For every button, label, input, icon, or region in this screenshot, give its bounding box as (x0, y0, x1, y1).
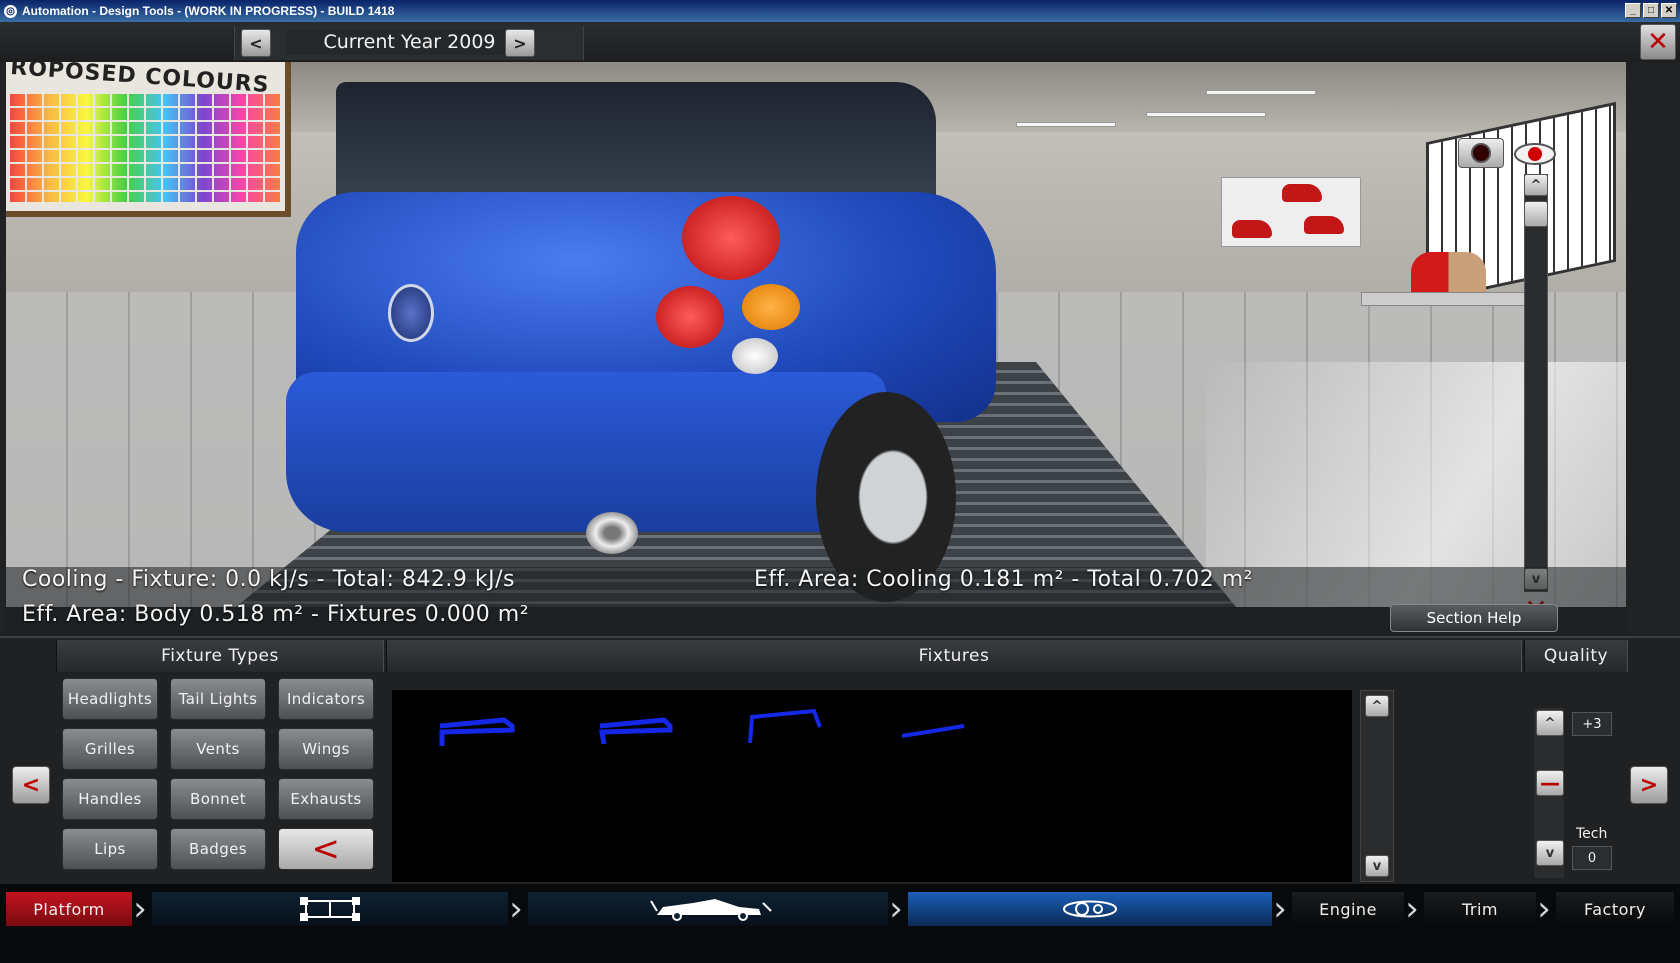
window-close-button[interactable]: ✕ (1661, 3, 1677, 18)
tech-value: 0 (1572, 846, 1612, 870)
view-eye-icon[interactable] (1512, 140, 1558, 168)
tech-label: Tech (1576, 826, 1608, 842)
current-year-label: Current Year 2009 (287, 29, 532, 55)
indicator-light (742, 284, 800, 330)
panel-prev-arrow[interactable]: < (12, 766, 50, 804)
colour-board: ROPOSED COLOURS (6, 62, 291, 217)
eff-area-body-stats: Eff. Area: Body 0.518 m² - Fixtures 0.00… (22, 602, 530, 627)
window-controls: _ □ ✕ (1625, 3, 1677, 18)
fixture-type-lips[interactable]: Lips (62, 828, 158, 870)
ceiling-lamp (1146, 112, 1266, 117)
ceiling-lamp (1016, 122, 1116, 127)
fixture-list (392, 690, 1352, 882)
studio-desk (1361, 292, 1541, 306)
car-bumper (286, 372, 886, 532)
nav-chevron-icon: › (1273, 889, 1287, 929)
screenshot-camera-icon[interactable] (1458, 138, 1504, 168)
fixture-item[interactable] (422, 698, 532, 758)
panel-next-arrow[interactable]: > (1630, 766, 1668, 804)
fixture-type-tail-lights[interactable]: Tail Lights (170, 678, 266, 720)
next-year-button[interactable]: > (505, 29, 535, 57)
car-viewport[interactable]: ROPOSED COLOURS ^ (6, 62, 1626, 607)
fixture-type-grilles[interactable]: Grilles (62, 728, 158, 770)
headlight-icon (1062, 900, 1118, 918)
fixture-list-scrollbar[interactable]: ^ v (1360, 690, 1394, 882)
nav-chevron-icon: › (509, 889, 523, 929)
zoom-scrollbar[interactable]: ^ v (1524, 174, 1548, 592)
quality-down-button[interactable]: v (1536, 840, 1564, 866)
minimize-button[interactable]: _ (1625, 3, 1641, 18)
fixtures-panel: Fixture Types Fixtures Quality < Headlig… (0, 636, 1680, 884)
chassis-icon (300, 897, 360, 921)
tail-light-lower (656, 286, 724, 348)
exhaust-tip (586, 512, 638, 554)
design-nav-bar: Platform › › › › Engine › Trim › Factory (0, 884, 1680, 963)
car-body-icon (650, 899, 772, 921)
close-designer-button[interactable]: ✕ (1640, 24, 1676, 60)
nav-body[interactable] (528, 892, 888, 926)
section-help-button[interactable]: Section Help (1390, 604, 1558, 632)
fixture-type-wings[interactable]: Wings (278, 728, 374, 770)
nav-fixtures[interactable] (908, 892, 1272, 926)
top-bar: < Current Year 2009 > ✕ (0, 22, 1680, 62)
app-frame: < Current Year 2009 > ✕ ROPOSED COLOURS (0, 22, 1680, 963)
nav-trim[interactable]: Trim (1424, 892, 1536, 926)
car-model (286, 82, 1016, 602)
quality-value: +3 (1572, 712, 1612, 736)
cooling-stats: Cooling - Fixture: 0.0 kJ/s - Total: 842… (22, 567, 515, 592)
nav-engine[interactable]: Engine (1292, 892, 1404, 926)
quality-header: Quality (1524, 640, 1628, 672)
quality-slider-handle[interactable]: — (1536, 770, 1564, 796)
car-sketch-poster (1221, 177, 1361, 247)
nav-chevron-icon: › (133, 889, 147, 929)
fixture-back-button[interactable]: < (278, 828, 374, 870)
year-navigator: < Current Year 2009 > (234, 26, 584, 60)
fixture-type-headlights[interactable]: Headlights (62, 678, 158, 720)
colour-swatch-grid (10, 94, 280, 202)
window-title: Automation - Design Tools - (WORK IN PRO… (22, 4, 395, 18)
fixture-type-badges[interactable]: Badges (170, 828, 266, 870)
tail-light-upper (682, 196, 780, 280)
nav-chevron-icon: › (889, 889, 903, 929)
nav-chevron-icon: › (1405, 889, 1419, 929)
fixture-type-vents[interactable]: Vents (170, 728, 266, 770)
zoom-slider-handle[interactable] (1524, 201, 1548, 227)
maximize-button[interactable]: □ (1643, 3, 1659, 18)
clay-model-car (1411, 252, 1486, 296)
colour-board-title: ROPOSED COLOURS (9, 62, 271, 99)
quality-up-button[interactable]: ^ (1536, 710, 1564, 736)
nav-chevron-icon: › (1537, 889, 1551, 929)
app-icon: ◎ (4, 4, 17, 18)
zoom-up-button[interactable]: ^ (1524, 174, 1548, 196)
fixtures-header: Fixtures (386, 640, 1522, 672)
fixture-type-handles[interactable]: Handles (62, 778, 158, 820)
fixture-type-exhausts[interactable]: Exhausts (278, 778, 374, 820)
nav-chassis[interactable] (152, 892, 508, 926)
nav-factory[interactable]: Factory (1556, 892, 1674, 926)
fixture-types-header: Fixture Types (56, 640, 384, 672)
nav-platform[interactable]: Platform (6, 892, 132, 926)
fixture-item[interactable] (732, 692, 842, 752)
reverse-light (732, 338, 778, 374)
car-badge (388, 284, 434, 342)
prev-year-button[interactable]: < (241, 29, 271, 57)
fixture-type-bonnet[interactable]: Bonnet (170, 778, 266, 820)
fixture-item[interactable] (882, 698, 992, 758)
quality-control: ^ — v +3 Tech 0 (1520, 690, 1612, 882)
fixture-scroll-down[interactable]: v (1365, 855, 1389, 877)
fixture-item[interactable] (582, 698, 692, 758)
ceiling-lamp (1206, 90, 1316, 95)
window-titlebar: ◎ Automation - Design Tools - (WORK IN P… (0, 0, 1680, 22)
fixture-type-indicators[interactable]: Indicators (278, 678, 374, 720)
eff-area-cooling-stats: Eff. Area: Cooling 0.181 m² - Total 0.70… (754, 567, 1253, 592)
fixture-scroll-up[interactable]: ^ (1365, 695, 1389, 717)
